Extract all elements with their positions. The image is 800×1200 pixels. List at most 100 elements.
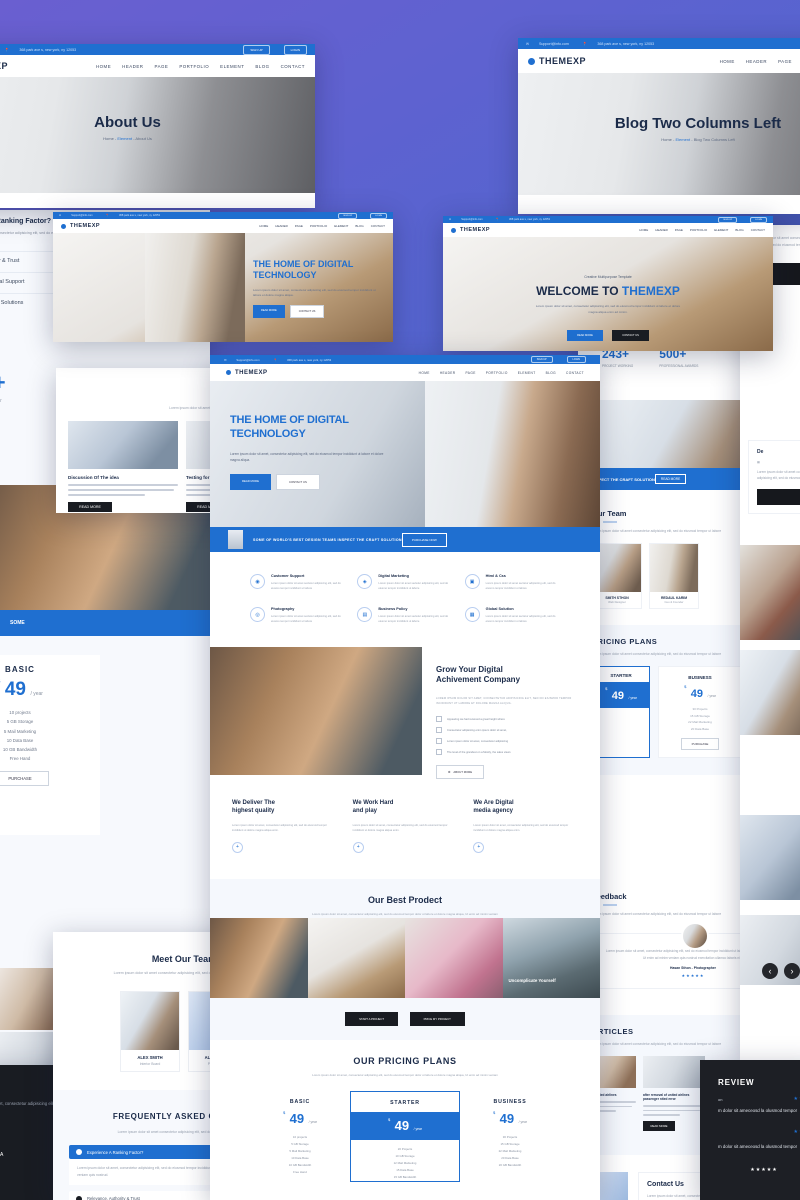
feature: 5 GB Storage (291, 1142, 309, 1147)
nav-item-element[interactable]: ELEMENT (714, 228, 728, 232)
service-item[interactable]: ▤ Business Policy Lorem ipsum dolor sit … (357, 607, 452, 624)
price-project-button[interactable]: PRICE MY PROJECT (409, 1011, 465, 1026)
nav-item-element[interactable]: ELEMENT (220, 64, 244, 69)
topbar-email[interactable]: Support@info.com (236, 358, 259, 362)
nav-item-blog[interactable]: BLOG (355, 224, 363, 228)
carousel-prev-button[interactable]: ‹ (762, 963, 778, 979)
login-button[interactable]: LOGIN (370, 212, 387, 219)
nav-item-portfolio[interactable]: PORTFOLIO (690, 228, 707, 232)
pricing-card[interactable]: BASIC $ 49 / year 10 projects 5 GB Stora… (250, 1091, 350, 1176)
topbar-email[interactable]: Support@info.com (71, 214, 93, 217)
nav-item-contact[interactable]: CONTACT (751, 228, 765, 232)
nav-item-page[interactable]: PAGE (466, 371, 476, 375)
nav-item-home[interactable]: HOME (720, 59, 735, 64)
plus-circle-icon (76, 1149, 82, 1156)
nav-item-contact[interactable]: CONTACT (566, 371, 584, 375)
breadcrumb-item[interactable]: Element (675, 137, 690, 142)
service-item[interactable]: ◎ Photography Lorem ipsum dolor sit amet… (250, 607, 345, 624)
nav-item-header[interactable]: HEADER (275, 224, 288, 228)
service-item[interactable]: ▣ Html & Css Lorem ipsum dolor sit amet … (464, 574, 560, 591)
grow-photo (210, 646, 422, 775)
nav-item-contact[interactable]: CONTACT (371, 224, 385, 228)
nav-item-portfolio[interactable]: PORTFOLIO (486, 371, 508, 375)
contact-us-button[interactable]: CONTACT US (275, 473, 320, 490)
feature: 20 Data Base (501, 1156, 519, 1161)
contact-us-button[interactable]: CONTACT US (289, 305, 325, 319)
contact-us-button[interactable]: CONTACT US (612, 330, 649, 342)
screenshot-main-homepage[interactable]: ✉ Support@info.com 📍 368 park ave s, new… (210, 355, 600, 1200)
start-project-button[interactable]: START A PROJECT (345, 1011, 399, 1026)
signup-button[interactable]: SIGN UP (338, 212, 358, 219)
nav-item-page[interactable]: PAGE (675, 228, 683, 232)
purchase-button[interactable]: PURCHASE (681, 737, 719, 750)
brand-logo[interactable]: THEMEXP (0, 61, 8, 71)
signup-button[interactable]: SIGN UP (718, 216, 738, 223)
nav-item-blog[interactable]: BLOG (255, 64, 269, 69)
pricing-card[interactable]: BUSINESS $ 49 / year 30 Projects 15 GB S… (460, 1091, 560, 1169)
breadcrumb-item[interactable]: Element (117, 136, 132, 141)
read-more-button[interactable]: READ MORE (68, 502, 112, 513)
band-button[interactable]: READ MORE (654, 474, 687, 484)
nav-item-contact[interactable]: CONTACT (281, 64, 305, 69)
about-more-button[interactable]: ⚙ ABOUT MORE (436, 765, 484, 780)
carousel-next-button[interactable]: › (784, 963, 800, 979)
nav-item-header[interactable]: HEADER (746, 59, 767, 64)
service-item[interactable]: ◉ Customer Support Lorem ipsum dolor sit… (250, 574, 345, 591)
service-item[interactable]: ◈ Digital Marketing Lorem ipsum dolor si… (357, 574, 452, 591)
signup-button[interactable]: SIGN UP (243, 44, 270, 55)
login-button[interactable]: LOGIN (283, 44, 307, 55)
screenshot-welcome[interactable]: ✉ Support@info.com 📍 368 park ave s, new… (443, 216, 773, 351)
nav-item-blog[interactable]: BLOG (546, 371, 556, 375)
screenshot-review-dark[interactable]: REVIEW on ★★★ m dolor sit ameceosd la ol… (700, 1060, 800, 1200)
hero-eyebrow: Creative Multipurpose Template (584, 275, 632, 279)
service-item[interactable]: ▦ Global Solution Lorem ipsum dolor sit … (464, 607, 560, 624)
pricing-card-featured[interactable]: STARTER $ 49 / year 20 Projects 10 GB St… (350, 1091, 460, 1183)
nav-item-home[interactable]: HOME (96, 64, 111, 69)
nav-item-page[interactable]: PAGE (154, 64, 168, 69)
nav-item-header[interactable]: HEADER (440, 371, 456, 375)
screenshot-about-us[interactable]: ✉ Support@info.com 📍 368 park ave s, new… (0, 44, 315, 208)
topbar-email[interactable]: Support@info.com (461, 218, 483, 221)
nav-item-portfolio[interactable]: PORTFOLIO (310, 224, 327, 228)
plus-circle-icon[interactable]: + (473, 841, 485, 853)
login-button[interactable]: LOGIN (566, 356, 586, 363)
nav-item-home[interactable]: HOME (259, 224, 268, 228)
brand-logo[interactable]: THEMEXP (451, 227, 490, 233)
brand-logo[interactable]: THEMEXP (528, 56, 586, 66)
nav-item-header[interactable]: HEADER (122, 64, 143, 69)
nav-item-element[interactable]: ELEMENT (518, 371, 536, 375)
plus-circle-icon[interactable]: + (232, 841, 243, 853)
brand-logo[interactable]: THEMEXP (226, 370, 268, 376)
screenshot-blog-two-columns[interactable]: ✉ Support@info.com 📍 368 park ave s, new… (518, 38, 800, 214)
product-photo[interactable] (307, 917, 405, 998)
topbar-email[interactable]: Support@info.com (539, 42, 569, 46)
team-member-role: Interior Board (139, 1061, 161, 1066)
checklist-label: Appearing we had received a great height… (447, 717, 505, 721)
nav-item-element[interactable]: ELEMENT (334, 224, 348, 228)
nav-item-home[interactable]: HOME (639, 228, 648, 232)
plus-circle-icon[interactable]: + (352, 841, 364, 853)
nav-item-page[interactable]: PAGE (295, 224, 303, 228)
product-photo[interactable]: Uncomplicate Yourself (502, 917, 600, 998)
read-more-button[interactable]: READ MORE (230, 473, 271, 490)
map-pin-icon: 📍 (273, 357, 278, 362)
read-more-button[interactable]: READ MORE (643, 1121, 675, 1132)
read-more-button[interactable]: READ MORE (253, 305, 285, 319)
purchase-now-button[interactable]: PURCHASE NOW (401, 532, 447, 547)
login-button[interactable]: LOGIN (750, 216, 767, 223)
signup-button[interactable]: SIGN UP (530, 356, 553, 363)
product-photo[interactable] (210, 917, 308, 998)
nav-item-portfolio[interactable]: PORTFOLIO (179, 64, 209, 69)
promo-band[interactable]: SOME (0, 610, 210, 636)
nav-item-page[interactable]: PAGE (778, 59, 792, 64)
screenshot-home-digital[interactable]: ✉ Support@info.com 📍 368 park ave s, new… (53, 212, 393, 342)
read-more-button[interactable]: READ MORE (567, 330, 603, 342)
brand-logo[interactable]: THEMEXP (61, 223, 100, 229)
product-photo[interactable] (405, 917, 503, 998)
purchase-button[interactable]: PURCHASE (0, 770, 49, 786)
breadcrumb-item[interactable]: Home (661, 137, 672, 142)
nav-item-header[interactable]: HEADER (655, 228, 668, 232)
breadcrumb-item[interactable]: Home (103, 136, 114, 141)
nav-item-blog[interactable]: BLOG (735, 228, 743, 232)
nav-item-home[interactable]: HOME (419, 371, 430, 375)
